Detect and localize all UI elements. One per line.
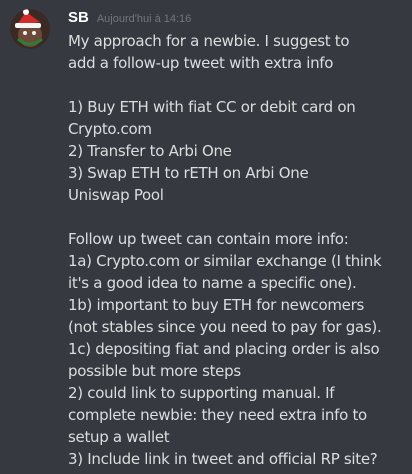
message-line: 3) Include link in tweet and official RP… xyxy=(68,450,378,468)
message-line: Follow up tweet can contain more info: xyxy=(68,230,349,248)
chat-message: SB Aujourd'hui à 14:16 My approach for a… xyxy=(0,0,412,474)
message-line: possible but more steps xyxy=(68,362,241,380)
message-content: My approach for a newbie. I suggest to a… xyxy=(68,30,406,470)
message-line: 3) Swap ETH to rETH on Arbi One xyxy=(68,164,309,182)
message-header: SB Aujourd'hui à 14:16 xyxy=(68,9,406,29)
message-line: setup a wallet xyxy=(68,428,170,446)
message-line: add a follow-up tweet with extra info xyxy=(68,54,334,72)
timestamp: Aujourd'hui à 14:16 xyxy=(96,13,192,25)
message-line: 1a) Crypto.com or similar exchange (I th… xyxy=(68,252,382,270)
message-line: 2) Transfer to Arbi One xyxy=(68,142,232,160)
message-line: it's a good idea to name a specific one)… xyxy=(68,274,357,292)
avatar[interactable] xyxy=(10,9,50,49)
message-line: 1) Buy ETH with fiat CC or debit card on xyxy=(68,98,356,116)
username[interactable]: SB xyxy=(68,9,89,26)
santa-hat-avatar-icon xyxy=(10,9,50,49)
message-line: Uniswap Pool xyxy=(68,186,164,204)
message-line: complete newbie: they need extra info to xyxy=(68,406,367,424)
message-line: 2) could link to supporting manual. If xyxy=(68,384,335,402)
message-line: My approach for a newbie. I suggest to xyxy=(68,32,350,50)
message-line: 1b) important to buy ETH for newcomers xyxy=(68,296,364,314)
message-line: (not stables since you need to pay for g… xyxy=(68,318,382,336)
message-line: Crypto.com xyxy=(68,120,152,138)
message-line: 1c) depositing fiat and placing order is… xyxy=(68,340,380,358)
